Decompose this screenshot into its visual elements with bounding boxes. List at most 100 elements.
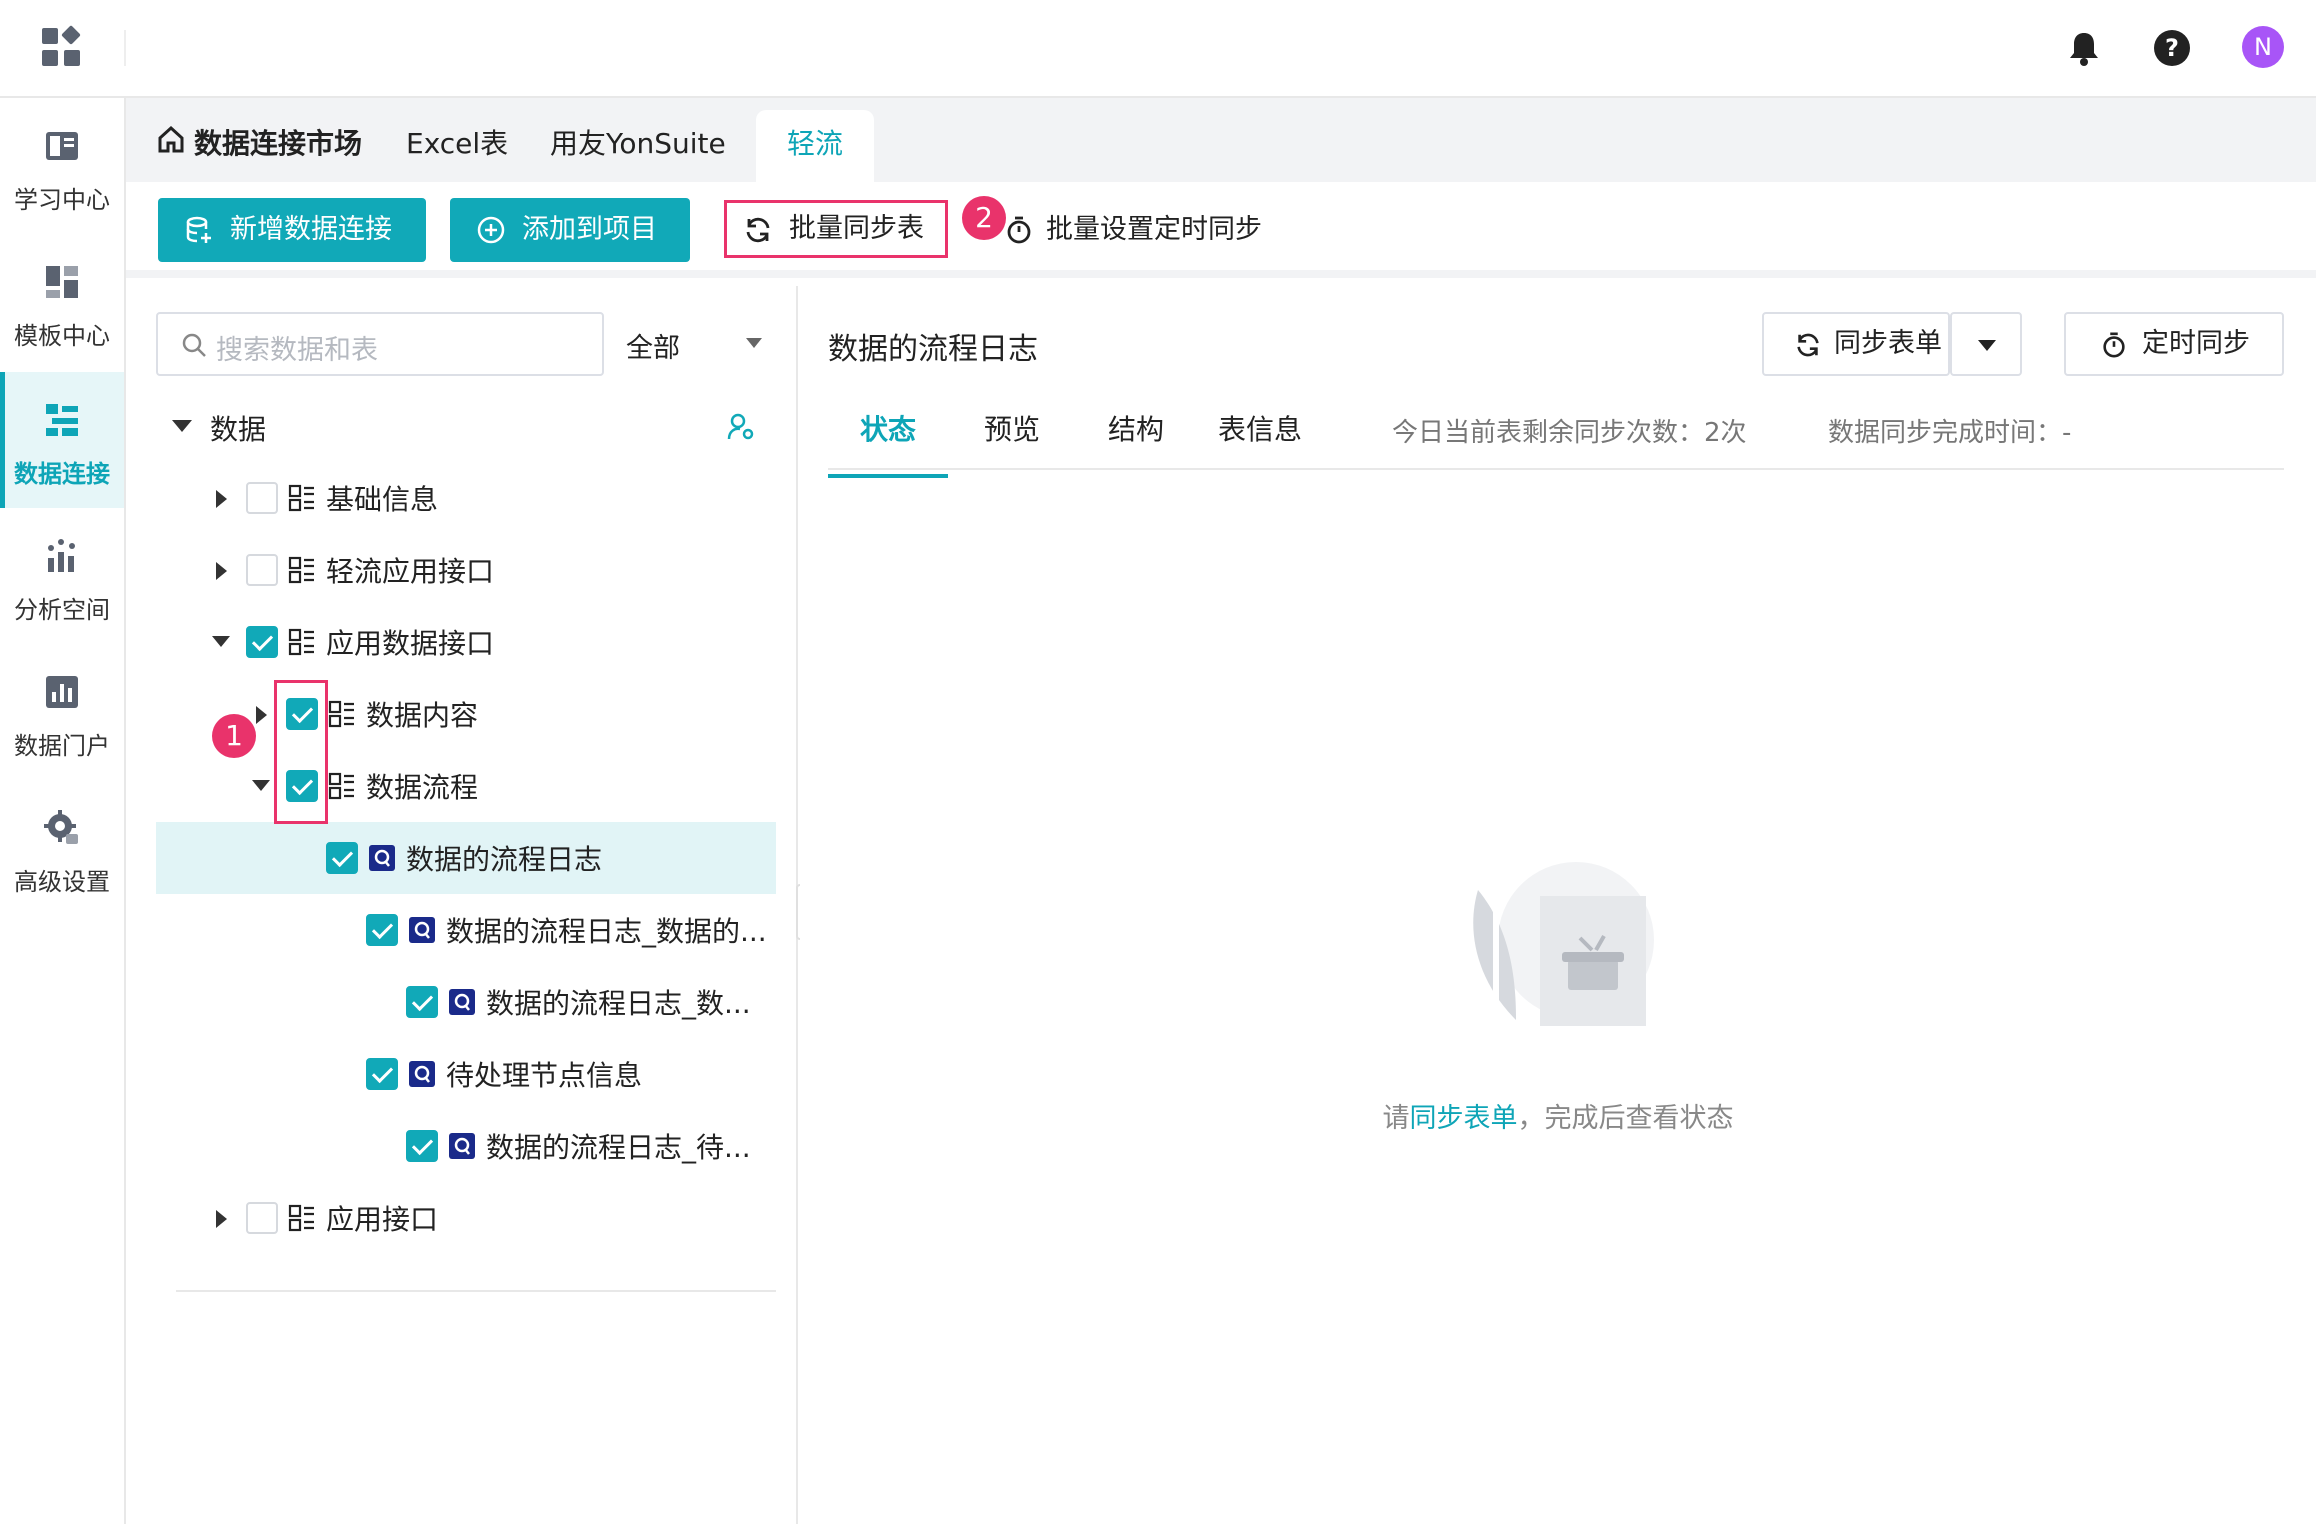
nav-item-analysis[interactable]: 分析空间 xyxy=(0,508,124,644)
tree-node-data-flow[interactable]: 数据流程 xyxy=(126,750,798,822)
refresh-icon xyxy=(746,217,770,243)
nav-item-learning[interactable]: 学习中心 xyxy=(0,98,124,234)
node-label: 数据的流程日志_数据的... xyxy=(446,915,767,948)
caret-right-icon[interactable] xyxy=(216,490,227,508)
node-checkbox[interactable] xyxy=(366,1058,398,1090)
tree-node-qingliu-api[interactable]: 轻流应用接口 xyxy=(126,534,798,606)
active-tab-indicator xyxy=(828,474,948,478)
top-bar: ? N xyxy=(0,0,2316,98)
portal-icon xyxy=(46,676,78,708)
schedule-sync-button[interactable]: 定时同步 xyxy=(2064,312,2284,376)
node-label: 基础信息 xyxy=(326,483,439,516)
tab-excel[interactable]: Excel表 xyxy=(406,122,508,162)
nav-label: 模板中心 xyxy=(14,322,110,350)
caret-down-icon[interactable] xyxy=(172,420,192,432)
batch-sync-button[interactable]: 批量同步表 xyxy=(724,200,948,258)
sync-form-link[interactable]: 同步表单 xyxy=(1410,1103,1518,1134)
stopwatch-icon xyxy=(2103,332,2125,358)
tab-preview[interactable]: 预览 xyxy=(952,408,1072,448)
step-badge-1: 1 xyxy=(212,714,256,758)
node-checkbox[interactable] xyxy=(326,842,358,874)
detail-tabs: 状态 预览 结构 表信息 今日当前表剩余同步次数：2次 数据同步完成时间：- xyxy=(828,398,2284,478)
tab-market-home[interactable]: 数据连接市场 xyxy=(156,122,362,162)
tab-table-info[interactable]: 表信息 xyxy=(1200,408,1320,448)
tree-node-flow-log-sub-1[interactable]: 数据的流程日志_数据的... xyxy=(126,894,798,966)
tab-yonsuite[interactable]: 用友YonSuite xyxy=(550,122,726,162)
table-group-icon xyxy=(288,1204,314,1232)
qingliu-table-icon xyxy=(409,917,435,943)
node-checkbox[interactable] xyxy=(246,554,278,586)
tree-node-app-data-api[interactable]: 应用数据接口 xyxy=(126,606,798,678)
qingliu-table-icon xyxy=(449,989,475,1015)
caret-right-icon[interactable] xyxy=(216,562,227,580)
tree-node-flow-log[interactable]: 数据的流程日志 xyxy=(156,822,776,894)
tab-qingliu[interactable]: 轻流 xyxy=(756,110,874,182)
gear-icon xyxy=(44,810,78,844)
nav-item-settings[interactable]: 高级设置 xyxy=(0,780,124,916)
nav-item-data-connect[interactable]: 数据连接 xyxy=(0,372,124,508)
qingliu-table-icon xyxy=(369,845,395,871)
tree-node-flow-log-pending[interactable]: 数据的流程日志_待... xyxy=(126,1110,798,1182)
app-grid-icon[interactable] xyxy=(42,25,82,68)
sync-options-dropdown[interactable] xyxy=(1950,312,2022,376)
home-icon xyxy=(158,125,184,153)
user-settings-icon[interactable] xyxy=(726,412,756,442)
left-nav: 学习中心 模板中心 数据连接 分析空间 数据门户 高级设置 xyxy=(0,98,126,1524)
tree-root-label: 数据 xyxy=(210,413,267,446)
node-label: 数据的流程日志_待... xyxy=(486,1131,751,1164)
tree-panel: 搜索数据和表 全部 数据 基础信息 轻流应用接口 应用数据接口 数据内容 数据流… xyxy=(126,286,798,1524)
node-checkbox[interactable] xyxy=(246,1202,278,1234)
node-checkbox[interactable] xyxy=(366,914,398,946)
nav-label: 数据连接 xyxy=(14,460,110,488)
nav-item-template[interactable]: 模板中心 xyxy=(0,234,124,370)
table-group-icon xyxy=(288,484,314,512)
caret-down-icon[interactable] xyxy=(252,780,270,791)
search-icon xyxy=(182,333,206,357)
add-to-project-button[interactable]: 添加到项目 xyxy=(450,198,690,262)
new-connection-button[interactable]: 新增数据连接 xyxy=(158,198,426,262)
caret-down-icon[interactable] xyxy=(212,636,230,647)
caret-right-icon[interactable] xyxy=(216,1210,227,1228)
tree-node-app-api[interactable]: 应用接口 xyxy=(126,1182,798,1254)
chevron-down-icon xyxy=(746,338,762,348)
tabs-bar: 数据连接市场 Excel表 用友YonSuite 轻流 xyxy=(126,98,2316,182)
tab-label: 轻流 xyxy=(786,127,843,160)
sync-form-button[interactable]: 同步表单 xyxy=(1762,312,1950,376)
refresh-icon xyxy=(1797,333,1819,357)
book-icon xyxy=(46,132,78,160)
batch-schedule-button[interactable]: 批量设置定时同步 xyxy=(1004,198,1262,262)
sync-complete-time: 数据同步完成时间：- xyxy=(1828,418,2072,448)
tab-status[interactable]: 状态 xyxy=(828,408,948,478)
node-label: 应用数据接口 xyxy=(326,627,495,660)
data-connect-icon xyxy=(46,404,78,436)
nav-item-portal[interactable]: 数据门户 xyxy=(0,644,124,780)
tree-node-flow-log-sub-2[interactable]: 数据的流程日志_数... xyxy=(126,966,798,1038)
filter-select[interactable]: 全部 xyxy=(626,312,776,376)
qingliu-table-icon xyxy=(449,1133,475,1159)
nav-label: 分析空间 xyxy=(14,596,110,624)
search-input[interactable]: 搜索数据和表 xyxy=(156,312,604,376)
filter-value: 全部 xyxy=(626,333,680,364)
empty-state-illustration xyxy=(1473,862,1654,1030)
bell-icon[interactable] xyxy=(2064,28,2104,68)
button-label: 批量设置定时同步 xyxy=(1046,214,1262,245)
caret-down-icon xyxy=(1978,340,1996,351)
remaining-sync-count: 今日当前表剩余同步次数：2次 xyxy=(1392,418,1747,448)
node-checkbox[interactable] xyxy=(246,626,278,658)
node-label: 应用接口 xyxy=(326,1203,439,1236)
node-label: 数据的流程日志_数... xyxy=(486,987,751,1020)
help-icon[interactable]: ? xyxy=(2152,28,2192,68)
top-divider xyxy=(124,30,126,66)
tree-node-pending-node-info[interactable]: 待处理节点信息 xyxy=(126,1038,798,1110)
node-checkbox[interactable] xyxy=(406,986,438,1018)
caret-right-icon[interactable] xyxy=(256,706,267,724)
tab-label: 状态 xyxy=(859,413,916,446)
toolbar: 新增数据连接 添加到项目 批量同步表 2 批量设置定时同步 xyxy=(126,182,2316,278)
step-badge-2: 2 xyxy=(962,196,1006,240)
node-checkbox[interactable] xyxy=(246,482,278,514)
tab-structure[interactable]: 结构 xyxy=(1076,408,1196,448)
tree-node-basic-info[interactable]: 基础信息 xyxy=(126,462,798,534)
search-placeholder: 搜索数据和表 xyxy=(216,335,378,366)
node-checkbox[interactable] xyxy=(406,1130,438,1162)
avatar[interactable]: N xyxy=(2242,26,2284,68)
